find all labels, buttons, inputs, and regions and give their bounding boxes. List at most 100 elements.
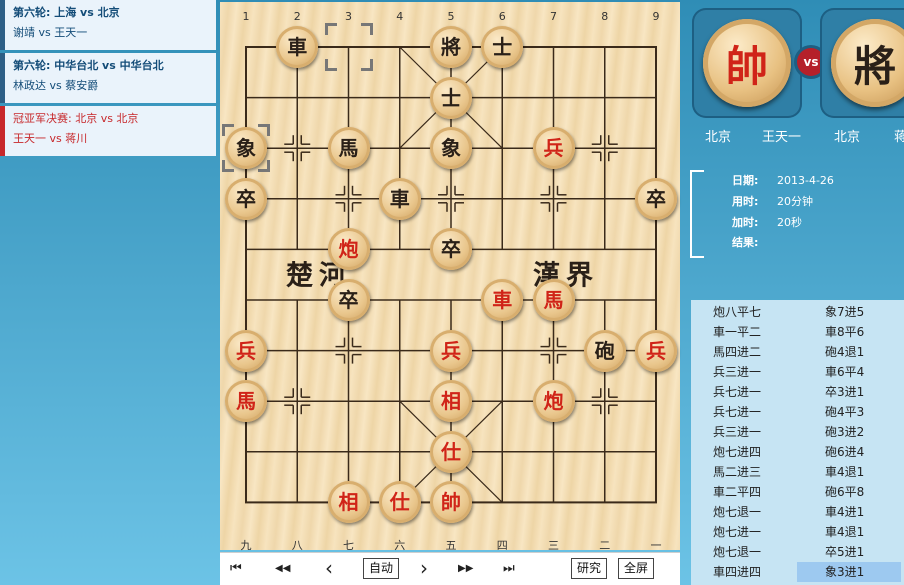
match-players: 谢靖 vs 王天一 [13, 26, 88, 39]
red-piece[interactable]: 仕 [430, 430, 472, 473]
file-number-bottom: 四 [496, 539, 508, 552]
file-number-bottom: 三 [548, 539, 559, 552]
file-number-bottom: 二 [599, 539, 611, 552]
black-piece[interactable]: 將 [430, 26, 472, 68]
move-red[interactable]: 炮七进四 [713, 442, 793, 462]
move-black[interactable]: 車4进1 [797, 502, 901, 522]
black-piece[interactable]: 卒 [635, 177, 677, 220]
red-piece[interactable]: 兵 [430, 329, 472, 372]
move-red[interactable]: 馬四进二 [713, 342, 793, 362]
move-red[interactable]: 炮七退一 [713, 502, 793, 522]
move-list[interactable]: 炮八平七 象7进5 車一平二 車8平6 馬四进二 砲4退1 兵三进一 車6平4 兵七进一 卒3进1… [691, 300, 904, 585]
move-black[interactable]: 砲4平3 [797, 402, 901, 422]
result-label: 结果: [732, 236, 759, 249]
rewind-icon[interactable]: ◀◀ [275, 563, 290, 574]
red-piece[interactable]: 兵 [532, 127, 575, 170]
fullscreen-button[interactable]: 全屏 [618, 558, 655, 579]
move-red[interactable]: 兵三进一 [713, 422, 793, 442]
file-number-top: 1 [242, 10, 250, 23]
match-title: 第六轮: 中华台北 vs 中华台北 [13, 59, 164, 72]
red-piece[interactable]: 炮 [532, 380, 575, 423]
black-piece[interactable]: 士 [481, 26, 524, 68]
match-title: 冠亚军决赛: 北京 vs 北京 [13, 112, 139, 125]
black-piece[interactable]: 車 [378, 177, 421, 220]
move-black[interactable]: 車8平6 [797, 322, 901, 342]
move-black[interactable]: 象3进1 [797, 562, 901, 582]
playback-controls: ⏮ ◀◀ ‹ 自动 › ▶▶ ⏭ 研究 全屏 [220, 552, 680, 585]
move-black[interactable]: 車6平4 [797, 362, 901, 382]
move-red[interactable]: 車四进四 [713, 562, 793, 582]
red-team: 北京 [705, 130, 732, 145]
black-piece[interactable]: 砲 [583, 329, 626, 372]
file-number-top: 3 [345, 10, 352, 23]
increment-value: 20秒 [777, 216, 802, 229]
time-used-value: 20分钟 [777, 195, 813, 208]
match-item[interactable]: 冠亚军决赛: 北京 vs 北京 王天一 vs 蒋川 [0, 106, 216, 156]
move-red[interactable]: 兵七进一 [713, 402, 793, 422]
move-black[interactable]: 砲6平8 [797, 482, 901, 502]
move-red[interactable]: 兵七进一 [713, 382, 793, 402]
red-piece[interactable]: 炮 [327, 228, 370, 271]
red-piece[interactable]: 馬 [532, 279, 575, 321]
match-item[interactable]: 第六轮: 中华台北 vs 中华台北 林政达 vs 蔡安爵 [0, 53, 216, 103]
red-player-piece: 帥 [692, 8, 802, 118]
move-black[interactable]: 砲4退1 [797, 342, 901, 362]
players-panel: 帥 vs 將 北京 王天一 北京 蒋 [686, 0, 904, 150]
move-black[interactable]: 車4退1 [797, 522, 901, 542]
move-red[interactable]: 馬二进三 [713, 462, 793, 482]
fast-forward-icon[interactable]: ▶▶ [458, 563, 473, 574]
time-used-label: 用时: [732, 195, 759, 208]
black-player-piece: 將 [820, 8, 904, 118]
first-move-icon[interactable]: ⏮ [230, 561, 242, 576]
move-red[interactable]: 炮八平七 [713, 302, 793, 322]
move-black[interactable]: 象7进5 [797, 302, 901, 322]
next-move-icon[interactable]: › [420, 556, 428, 580]
red-piece[interactable]: 兵 [225, 329, 267, 372]
red-piece[interactable]: 相 [430, 380, 472, 423]
move-black[interactable]: 卒3进1 [797, 382, 901, 402]
file-number-top: 8 [601, 10, 609, 23]
previous-move-icon[interactable]: ‹ [325, 556, 333, 580]
match-item[interactable]: 第六轮: 上海 vs 北京 谢靖 vs 王天一 [0, 0, 216, 50]
match-list: 第六轮: 上海 vs 北京 谢靖 vs 王天一 第六轮: 中华台北 vs 中华台北林… [0, 0, 216, 159]
move-black[interactable]: 砲6进4 [797, 442, 901, 462]
date-label: 日期: [732, 174, 759, 187]
move-red[interactable]: 炮七进一 [713, 522, 793, 542]
move-black[interactable]: 卒5进1 [797, 542, 901, 562]
black-piece[interactable]: 士 [430, 76, 472, 119]
match-title: 第六轮: 上海 vs 北京 [13, 6, 120, 19]
black-piece[interactable]: 卒 [327, 279, 370, 321]
black-piece[interactable]: 卒 [225, 177, 267, 220]
red-king-icon: 帥 [703, 19, 791, 107]
move-red[interactable]: 車二平四 [713, 482, 793, 502]
move-red[interactable]: 炮七退一 [713, 542, 793, 562]
move-black[interactable]: 砲3进2 [797, 422, 901, 442]
black-piece[interactable]: 馬 [327, 127, 370, 170]
black-king-icon: 將 [831, 19, 904, 107]
auto-play-button[interactable]: 自动 [363, 558, 400, 579]
file-number-bottom: 一 [650, 539, 662, 552]
date-value: 2013-4-26 [777, 174, 834, 187]
game-info: 日期: 2013-4-26 用时: 20分钟 加时: 20秒 结果: [690, 170, 900, 258]
last-move-icon[interactable]: ⏭ [503, 561, 515, 576]
study-button[interactable]: 研究 [571, 558, 608, 579]
black-piece[interactable]: 車 [276, 26, 319, 68]
black-piece[interactable]: 象 [225, 127, 267, 170]
xiangqi-board[interactable]: 楚河 漢界 車將士士象馬象兵卒車卒炮卒卒車馬兵兵砲兵馬相炮仕相仕帥 1234567… [220, 2, 680, 552]
move-red[interactable]: 車一平二 [713, 322, 793, 342]
black-piece[interactable]: 象 [430, 127, 472, 170]
red-piece[interactable]: 相 [327, 481, 370, 524]
black-team: 北京 [834, 130, 861, 145]
red-piece[interactable]: 仕 [378, 481, 421, 524]
move-red[interactable]: 兵三进一 [713, 362, 793, 382]
red-piece[interactable]: 兵 [635, 329, 677, 372]
black-player-name: 蒋 [894, 130, 904, 145]
file-number-bottom: 九 [240, 539, 252, 552]
red-piece[interactable]: 馬 [225, 380, 267, 423]
file-number-bottom: 五 [445, 539, 457, 552]
file-number-bottom: 七 [343, 539, 354, 552]
move-black[interactable]: 車4退1 [797, 462, 901, 482]
red-piece[interactable]: 車 [481, 279, 524, 321]
file-number-top: 7 [550, 10, 557, 23]
file-number-top: 2 [293, 10, 301, 23]
